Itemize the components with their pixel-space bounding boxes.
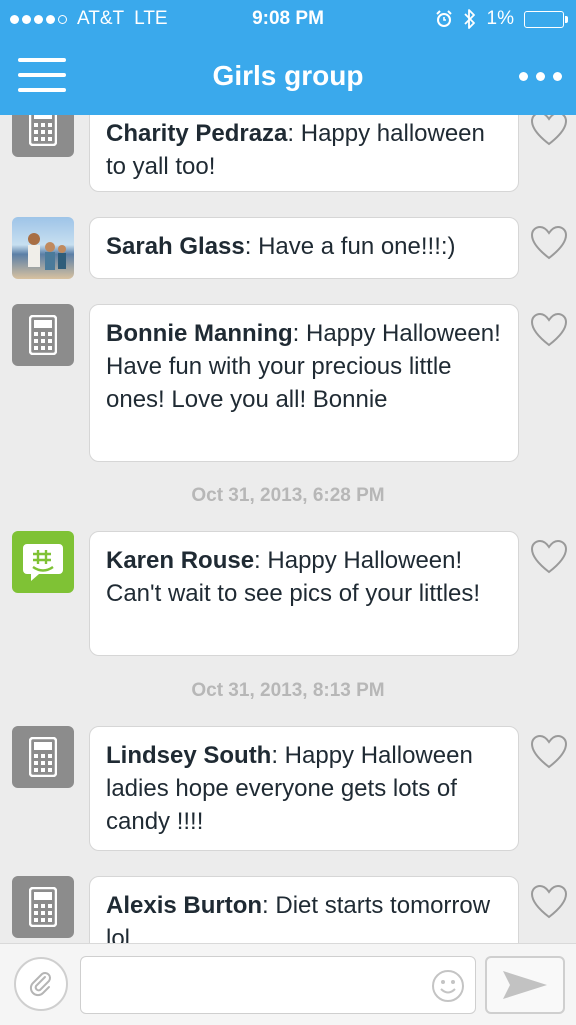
alarm-icon [435,10,452,27]
message-bubble: Bonnie Manning: Happy Halloween! Have fu… [89,304,519,462]
send-arrow-icon [503,971,547,999]
groupme-icon [12,531,74,593]
more-dots-icon[interactable] [519,72,562,81]
message-text: : Have a fun one!!!:) [244,233,456,260]
heart-icon[interactable] [530,734,568,770]
heart-icon[interactable] [530,115,568,147]
sender-name: Karen Rouse [106,547,255,574]
status-bar: AT&T LTE 9:08 PM 1% [0,0,576,40]
sender-name: Sarah Glass [106,233,245,260]
sms-phone-icon [12,726,74,788]
group-title: Girls group [212,60,364,91]
smiley-icon[interactable] [431,969,465,1003]
heart-icon[interactable] [530,884,568,920]
send-button[interactable] [485,956,565,1014]
sms-phone-icon [12,304,74,366]
heart-icon[interactable] [530,312,568,348]
compose-bar [0,943,576,1025]
message-input-box [80,956,476,1014]
sender-name: Lindsey South [106,742,272,769]
app-header: Girls group [0,40,576,115]
message-bubble: Alexis Burton: Diet starts tomorrow lol [89,876,519,943]
timestamp-divider: Oct 31, 2013, 8:13 PM [191,680,385,701]
sender-name: Alexis Burton [106,892,263,919]
sender-name: Bonnie Manning [106,320,293,347]
battery-percent: 1% [486,8,514,29]
sender-name: Charity Pedraza [106,120,288,147]
message-bubble: Charity Pedraza: Happy halloween to yall… [89,115,519,192]
paperclip-icon[interactable] [14,957,68,1011]
status-right: 1% [435,8,568,30]
message-bubble: Karen Rouse: Happy Halloween! Can't wait… [89,531,519,656]
message-bubble: Lindsey South: Happy Halloween ladies ho… [89,726,519,851]
timestamp-divider: Oct 31, 2013, 6:28 PM [191,485,385,506]
sms-phone-icon [12,115,74,157]
user-photo [12,217,74,279]
bluetooth-icon [463,9,475,29]
message-bubble: Sarah Glass: Have a fun one!!!:) [89,217,519,279]
battery-icon [524,10,568,28]
message-feed[interactable]: Charity Pedraza: Happy halloween to yall… [0,115,576,943]
message-input[interactable] [81,957,445,1011]
heart-icon[interactable] [530,539,568,575]
heart-icon[interactable] [530,225,568,261]
sms-phone-icon [12,876,74,938]
